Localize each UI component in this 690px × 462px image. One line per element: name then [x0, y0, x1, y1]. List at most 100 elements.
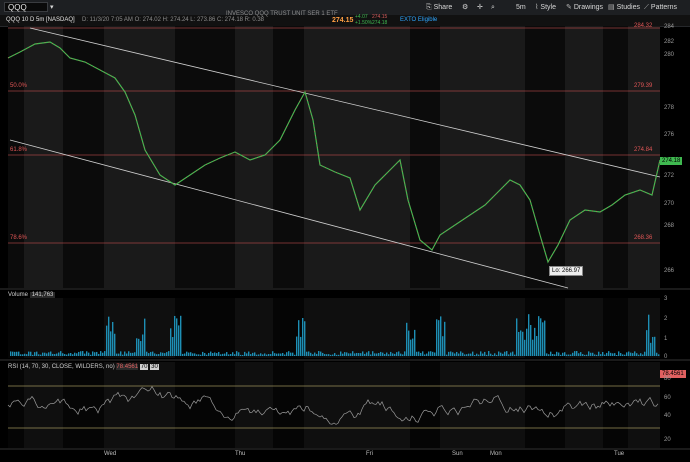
volume-bar: [252, 353, 253, 356]
session-band: [603, 362, 628, 448]
session-band: [525, 26, 565, 288]
volume-bar: [512, 352, 513, 356]
x-tick: Wed: [104, 451, 116, 457]
volume-bar: [52, 354, 53, 356]
volume-bar: [262, 354, 263, 356]
pencil-icon: ✎: [566, 4, 572, 11]
volume-bar: [122, 355, 123, 356]
volume-bar: [202, 352, 203, 356]
last-price: 274.15: [332, 15, 353, 26]
patterns-button[interactable]: ⟋ Patterns: [644, 2, 677, 13]
volume-bar: [134, 352, 135, 356]
volume-bar: [618, 351, 619, 356]
volume-tick: 2: [664, 316, 667, 322]
volume-bar: [250, 354, 251, 356]
volume-bar: [298, 320, 299, 356]
volume-bar: [358, 353, 359, 356]
volume-bar: [504, 352, 505, 356]
rsi-tick: 60: [664, 395, 671, 401]
volume-bar: [124, 352, 125, 356]
volume-bar: [232, 352, 233, 356]
volume-bar: [498, 351, 499, 356]
drawings-button[interactable]: ✎ Drawings: [566, 2, 603, 13]
volume-bar: [234, 354, 235, 356]
volume-bar: [330, 355, 331, 356]
volume-bar: [506, 351, 507, 356]
volume-bar: [40, 355, 41, 356]
settings-icon[interactable]: ⚙: [462, 2, 468, 13]
volume-bar: [354, 353, 355, 356]
volume-bar: [398, 351, 399, 356]
ext-eligible-badge: EXTO Eligible: [400, 15, 437, 26]
zoom-icon[interactable]: ⌕: [491, 2, 495, 13]
volume-bar: [338, 355, 339, 356]
volume-bar: [540, 318, 541, 356]
volume-bar: [592, 353, 593, 356]
volume-bar: [312, 354, 313, 356]
volume-bar: [328, 354, 329, 356]
volume-bar: [260, 353, 261, 356]
volume-bar: [452, 352, 453, 356]
volume-bar: [236, 351, 237, 356]
volume-bar: [416, 352, 417, 356]
studies-button[interactable]: ▤ Studies: [608, 2, 640, 13]
volume-bar: [648, 315, 649, 356]
volume-bar: [468, 354, 469, 356]
volume-bar: [106, 326, 107, 356]
volume-bar: [414, 330, 415, 356]
volume-bar: [216, 353, 217, 356]
volume-bar: [344, 352, 345, 356]
volume-bar: [96, 352, 97, 356]
style-button[interactable]: ⌇ Style: [535, 2, 556, 13]
volume-bar: [378, 353, 379, 356]
price-tick: 282: [664, 39, 674, 45]
volume-bar: [28, 352, 29, 356]
volume-bar: [382, 353, 383, 356]
volume-bar: [152, 352, 153, 356]
interval-button[interactable]: 5m: [516, 2, 526, 13]
volume-bar: [334, 353, 335, 356]
last-price-badge: 274.18: [660, 157, 682, 165]
volume-bar: [18, 352, 19, 356]
volume-bar: [482, 354, 483, 356]
volume-bar: [254, 352, 255, 356]
share-button[interactable]: ⎘ Share: [426, 2, 452, 13]
volume-bar: [108, 317, 109, 356]
volume-bar: [150, 352, 151, 356]
volume-bar: [488, 351, 489, 356]
volume-bar: [558, 353, 559, 356]
volume-bar: [590, 353, 591, 356]
volume-bar: [396, 352, 397, 356]
volume-bar: [502, 354, 503, 356]
price-tick: 272: [664, 173, 674, 179]
volume-bar: [218, 352, 219, 356]
volume-bar: [360, 353, 361, 356]
chart-canvas[interactable]: [0, 26, 690, 462]
volume-bar: [42, 353, 43, 356]
volume-bar: [10, 351, 11, 356]
volume-bar: [278, 353, 279, 356]
volume-bar: [432, 352, 433, 356]
volume-bar: [304, 321, 305, 356]
volume-bar: [620, 353, 621, 356]
volume-bar: [168, 351, 169, 356]
volume-bar: [576, 351, 577, 356]
volume-bar: [74, 353, 75, 356]
crosshair-icon[interactable]: ✛: [477, 2, 483, 13]
volume-bar: [372, 351, 373, 356]
volume-bar: [480, 351, 481, 356]
volume-bar: [514, 355, 515, 356]
volume-bar: [454, 353, 455, 356]
volume-tick: 1: [664, 336, 667, 342]
volume-bar: [34, 352, 35, 356]
volume-bar: [60, 351, 61, 356]
volume-bar: [438, 320, 439, 356]
session-band: [8, 362, 24, 448]
symbol-input[interactable]: QQQ: [4, 2, 48, 12]
patterns-icon: ⟋: [644, 4, 649, 11]
volume-bar: [22, 354, 23, 356]
volume-bar: [88, 353, 89, 356]
volume-bar: [86, 351, 87, 356]
symbol-dropdown-icon[interactable]: ▾: [50, 2, 54, 13]
volume-bar: [24, 354, 25, 356]
